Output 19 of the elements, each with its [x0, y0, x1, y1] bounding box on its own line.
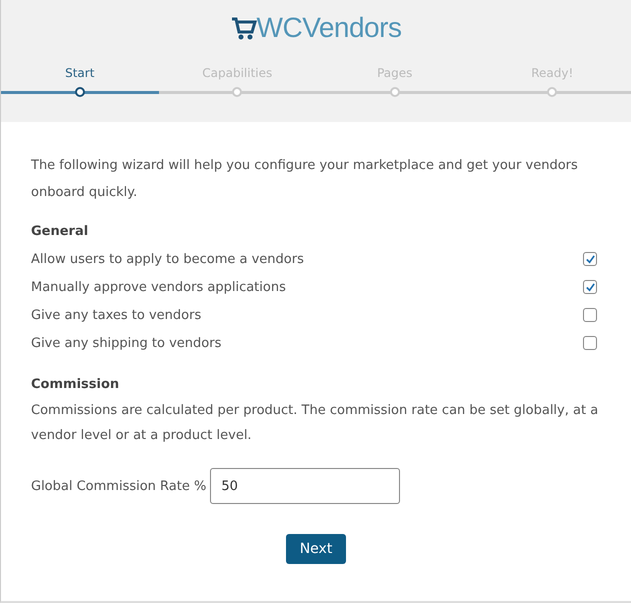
option-label: Manually approve vendors applications: [31, 280, 286, 294]
intro-text: The following wizard will help you configure your marketplace and get your vendors onboard quickly.: [31, 157, 579, 202]
checkbox[interactable]: [583, 308, 597, 322]
option-label: Give any taxes to vendors: [31, 308, 202, 322]
rate-input-field[interactable]: 50: [210, 468, 400, 504]
option-label: Allow users to apply to become a vendors: [31, 252, 304, 266]
checkbox[interactable]: [583, 336, 597, 350]
checkbox[interactable]: [583, 280, 597, 294]
step-label[interactable]: Start: [65, 66, 94, 86]
next-button[interactable]: Next: [286, 534, 346, 564]
step-dot-icon: [74, 87, 85, 97]
checkbox[interactable]: [583, 252, 597, 266]
commission-description: Commissions are calculated per product. The commission rate can be set globally, at a vendor level or at a product level.: [31, 402, 600, 445]
section-heading: Commission: [31, 377, 120, 392]
cart-icon: [230, 15, 257, 41]
rate-label: Global Commission Rate %: [31, 478, 206, 494]
logo-text: WCVendors: [256, 12, 402, 44]
section-heading: General: [31, 224, 90, 239]
option-label: Give any shipping to vendors: [31, 336, 222, 350]
